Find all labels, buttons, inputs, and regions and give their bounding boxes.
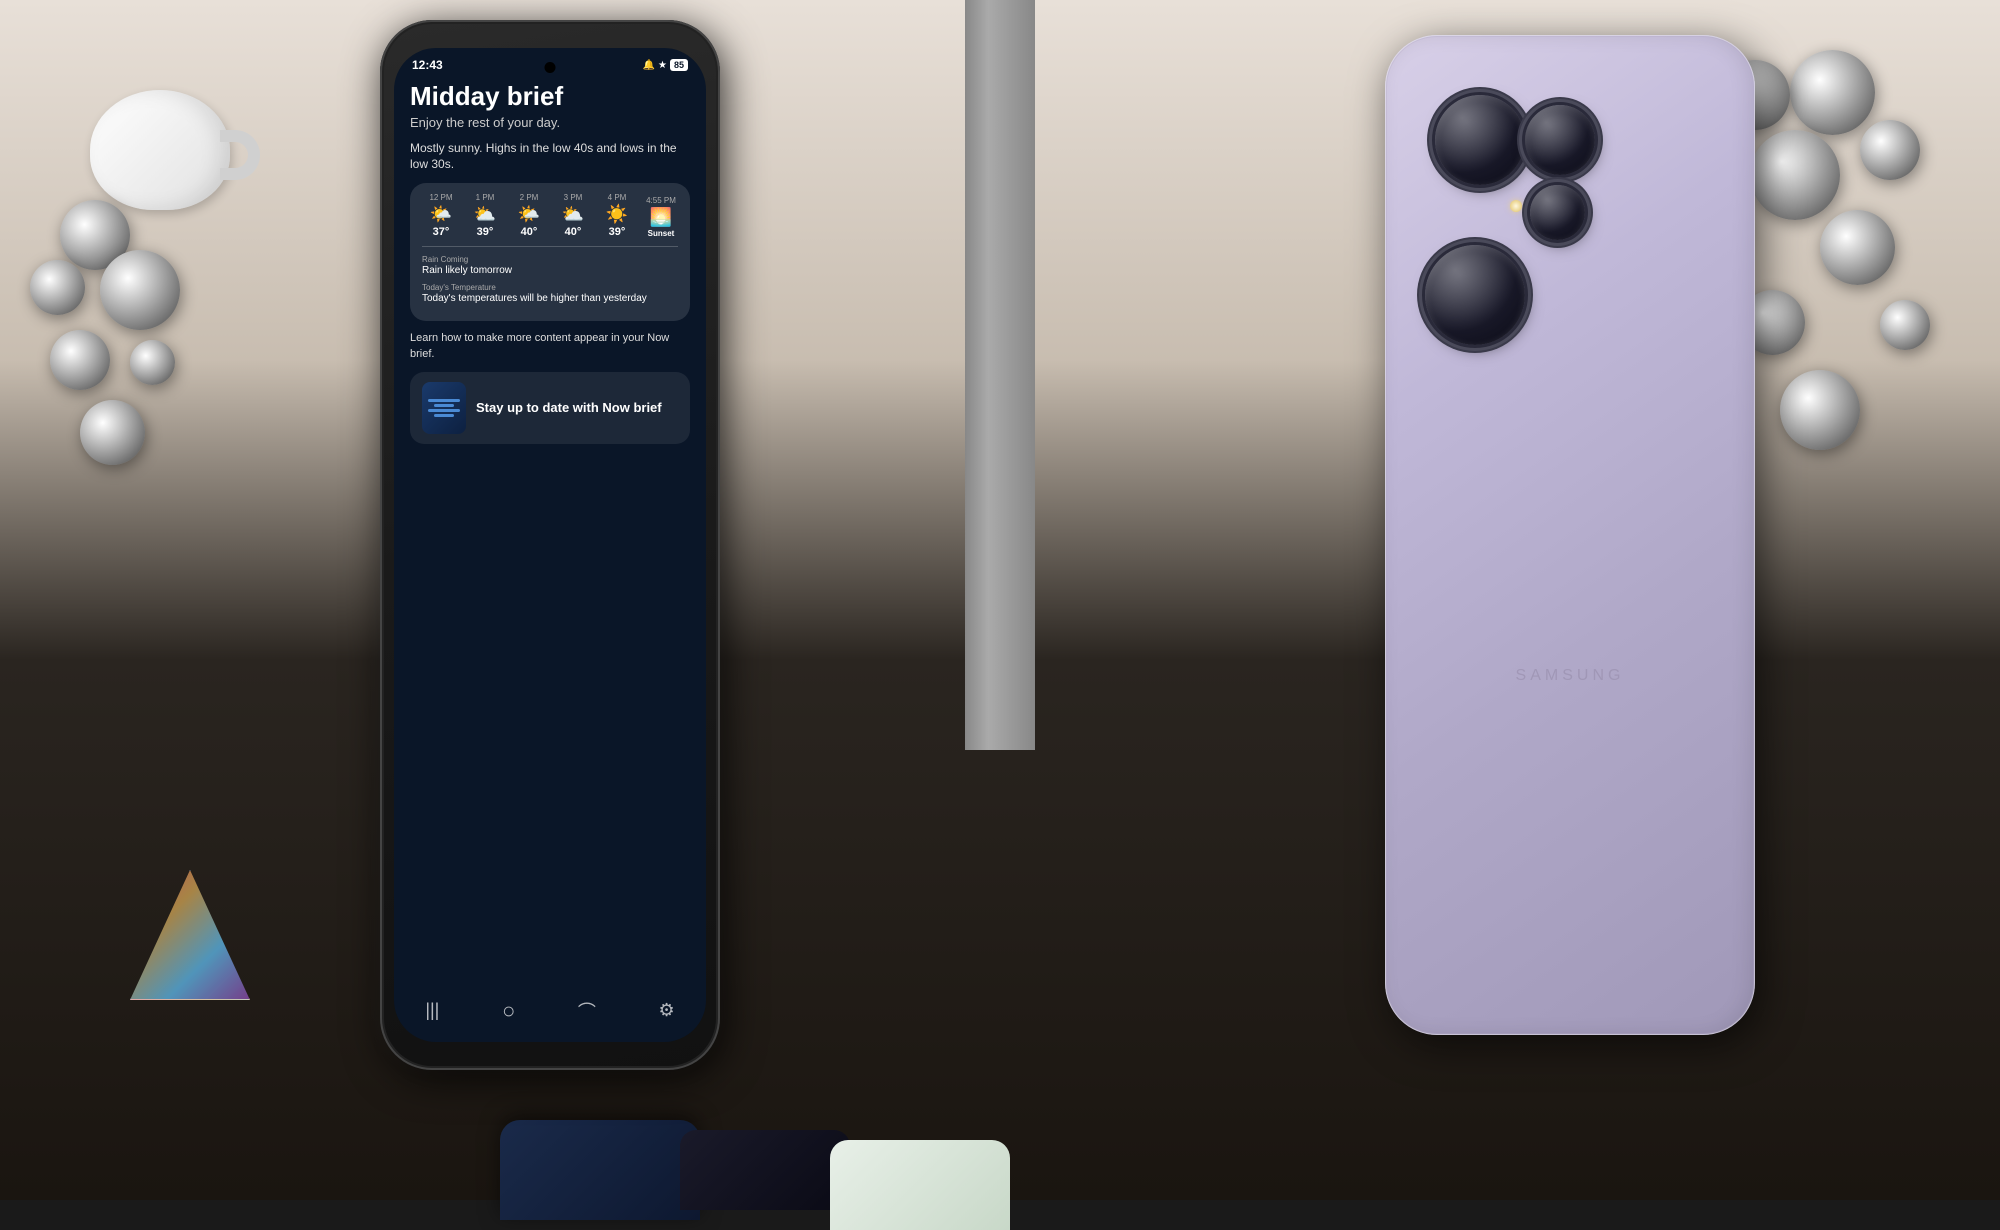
weather-hour-4pm: 4 PM ☀️ 39° (598, 193, 636, 238)
front-camera (545, 62, 556, 73)
brief-subtitle: Enjoy the rest of your day. (410, 115, 690, 130)
phone-back: SAMSUNG (1385, 35, 1755, 1035)
now-brief-thumbnail (422, 382, 466, 434)
silver-balls-left (20, 200, 220, 500)
weather-info: Rain Coming Rain likely tomorrow Today's… (422, 246, 678, 305)
temp-info: Today's Temperature Today's temperatures… (422, 283, 678, 305)
weather-hour-1pm: 1 PM ⛅ 39° (466, 193, 504, 238)
weather-description: Mostly sunny. Highs in the low 40s and l… (410, 140, 690, 174)
nav-settings[interactable]: ⚙ (659, 1000, 675, 1021)
status-time: 12:43 (412, 58, 443, 72)
concrete-post (965, 0, 1035, 750)
notification-icon: 🔔 (643, 60, 655, 71)
brief-title: Midday brief (410, 82, 690, 111)
samsung-logo: SAMSUNG (1516, 667, 1625, 685)
weather-hour-3pm: 3 PM ⛅ 40° (554, 193, 592, 238)
nav-recents[interactable]: ||| (425, 1000, 439, 1021)
battery-icon: 85 (670, 59, 688, 71)
crystal-prism (130, 870, 250, 1000)
learn-more-text: Learn how to make more content appear in… (410, 331, 690, 362)
phone-fg-left (500, 1120, 700, 1220)
phone-front: 12:43 🔔 ★ 85 Midday brief Enjoy the rest… (380, 20, 720, 1070)
star-icon: ★ (658, 60, 667, 71)
nav-up[interactable]: ⌒ (578, 998, 596, 1024)
now-brief-label: Stay up to date with Now brief (476, 400, 662, 417)
cup-decoration (80, 60, 260, 220)
weather-card: 12 PM 🌤️ 37° 1 PM ⛅ 39° 2 PM 🌤️ 40 (410, 183, 690, 321)
phone-screen: 12:43 🔔 ★ 85 Midday brief Enjoy the rest… (394, 48, 706, 1042)
weather-hour-2pm: 2 PM 🌤️ 40° (510, 193, 548, 238)
status-icons: 🔔 ★ 85 (643, 59, 688, 71)
camera-lens-main (1435, 95, 1525, 185)
camera-sensor (1510, 200, 1522, 212)
rain-info: Rain Coming Rain likely tomorrow (422, 255, 678, 277)
camera-lens-ultrawide (1530, 185, 1585, 240)
camera-module (1415, 95, 1615, 375)
weather-hours: 12 PM 🌤️ 37° 1 PM ⛅ 39° 2 PM 🌤️ 40 (422, 193, 678, 238)
phone-fg-right (830, 1140, 1010, 1230)
nav-home[interactable]: ○ (502, 998, 515, 1024)
weather-hour-sunset: 4:55 PM 🌅 Sunset (642, 196, 678, 238)
nav-bar: ||| ○ ⌒ ⚙ (394, 987, 706, 1035)
phone-fg-center (680, 1130, 850, 1210)
camera-lens-periscope (1425, 245, 1525, 345)
screen-content: Midday brief Enjoy the rest of your day.… (394, 76, 706, 1035)
now-brief-card[interactable]: Stay up to date with Now brief (410, 372, 690, 444)
weather-hour-12pm: 12 PM 🌤️ 37° (422, 193, 460, 238)
camera-lens-telephoto (1525, 105, 1595, 175)
